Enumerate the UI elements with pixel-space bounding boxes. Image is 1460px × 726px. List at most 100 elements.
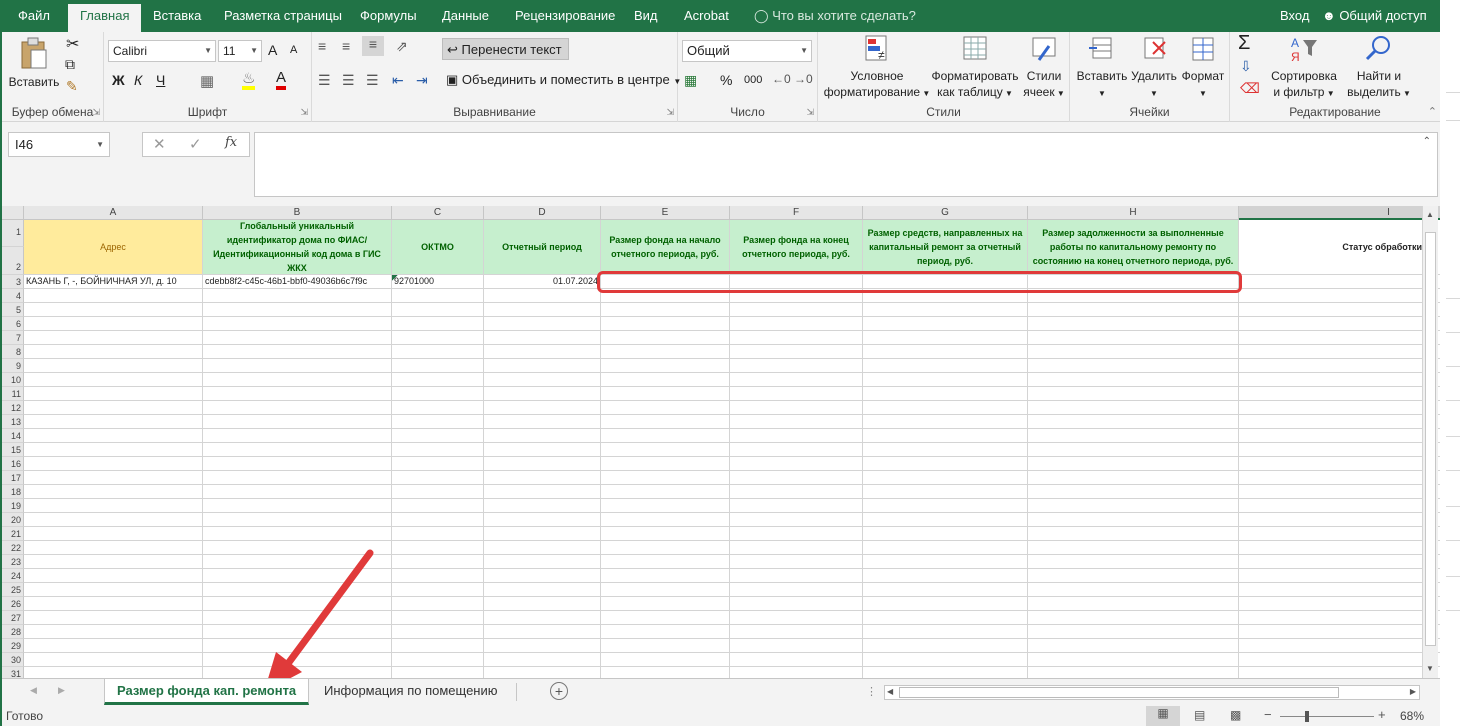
increase-indent-icon[interactable]: ⇥	[416, 72, 428, 89]
grid-cell[interactable]	[730, 331, 863, 345]
grid-cell[interactable]	[863, 555, 1028, 569]
grid-cell[interactable]	[730, 387, 863, 401]
row-header[interactable]: 14	[2, 429, 24, 443]
grid-cell[interactable]	[24, 317, 203, 331]
sort-filter-button[interactable]: АЯ Сортировка и фильтр ▼	[1268, 34, 1340, 102]
page-break-view-icon[interactable]: ▩	[1230, 708, 1241, 722]
tab-formulas[interactable]: Формулы	[352, 0, 425, 32]
row-header[interactable]: 22	[2, 541, 24, 555]
grid-cell[interactable]	[601, 443, 730, 457]
grid-cell[interactable]	[392, 667, 484, 678]
grid-cell[interactable]	[1239, 639, 1440, 653]
grid-cell[interactable]	[730, 583, 863, 597]
grid-cell[interactable]	[1028, 597, 1239, 611]
underline-button[interactable]: Ч	[156, 72, 165, 88]
grid-cell[interactable]	[1028, 303, 1239, 317]
grid-cell[interactable]	[484, 387, 601, 401]
font-name-combo[interactable]: Calibri ▼	[108, 40, 216, 62]
grid-cell[interactable]	[863, 359, 1028, 373]
grid-cell[interactable]	[24, 471, 203, 485]
grid-cell[interactable]	[203, 359, 392, 373]
grid-cell[interactable]	[392, 611, 484, 625]
bold-button[interactable]: Ж	[112, 72, 125, 88]
grid-cell[interactable]	[392, 415, 484, 429]
decrease-indent-icon[interactable]: ⇤	[392, 72, 404, 89]
grid-cell[interactable]	[1028, 443, 1239, 457]
header-cell-fund-end[interactable]: Размер фонда на конец отчетного периода,…	[730, 220, 863, 275]
grid-cell[interactable]	[1239, 541, 1440, 555]
grid-cell[interactable]	[203, 611, 392, 625]
grid-cell[interactable]	[1239, 583, 1440, 597]
grid-cell[interactable]	[863, 443, 1028, 457]
header-cell-oktmo[interactable]: ОКТМО	[392, 220, 484, 275]
next-sheet-icon[interactable]: ▶	[58, 685, 65, 696]
grid-cell[interactable]	[24, 485, 203, 499]
grid-cell[interactable]	[730, 653, 863, 667]
grid-cell[interactable]	[1028, 401, 1239, 415]
row-header[interactable]: 6	[2, 317, 24, 331]
merge-center-button[interactable]: ▣ Объединить и поместить в центре ▼	[446, 72, 681, 88]
grid-cell[interactable]	[24, 429, 203, 443]
grid-cell[interactable]	[484, 653, 601, 667]
format-painter-icon[interactable]: ✎	[66, 78, 78, 95]
grid-cell[interactable]	[392, 499, 484, 513]
grid-cell[interactable]	[1239, 443, 1440, 457]
grid-cell[interactable]	[730, 597, 863, 611]
row-header[interactable]: 4	[2, 289, 24, 303]
page-layout-view-icon[interactable]: ▤	[1194, 708, 1205, 722]
grid-cell[interactable]	[601, 653, 730, 667]
row-header[interactable]: 26	[2, 597, 24, 611]
grid-cell[interactable]	[730, 443, 863, 457]
column-header-i[interactable]: I	[1239, 206, 1440, 220]
header-cell-funds-spent[interactable]: Размер средств, направленных на капиталь…	[863, 220, 1028, 275]
grid-cell[interactable]	[24, 331, 203, 345]
row-header[interactable]: 5	[2, 303, 24, 317]
row-header[interactable]: 10	[2, 373, 24, 387]
name-box[interactable]: I46 ▼	[8, 132, 110, 157]
column-header-e[interactable]: E	[601, 206, 730, 220]
tab-view[interactable]: Вид	[626, 0, 666, 32]
grid-cell[interactable]	[863, 597, 1028, 611]
formula-input[interactable]: ⌃	[254, 132, 1438, 197]
grid-cell[interactable]	[484, 625, 601, 639]
grid-cell[interactable]	[1239, 415, 1440, 429]
grid-cell[interactable]	[203, 331, 392, 345]
grid-cell[interactable]	[601, 597, 730, 611]
grid-cell[interactable]	[1239, 275, 1440, 289]
row-header[interactable]: 21	[2, 527, 24, 541]
grid-cell[interactable]	[863, 513, 1028, 527]
grid-cell[interactable]	[1028, 639, 1239, 653]
row-header[interactable]: 9	[2, 359, 24, 373]
row-header[interactable]: 30	[2, 653, 24, 667]
grid-cell[interactable]	[601, 415, 730, 429]
shrink-font-button[interactable]: A	[290, 44, 297, 56]
grid-cell[interactable]	[730, 611, 863, 625]
align-center-icon[interactable]: ☰	[342, 72, 355, 89]
cell-b3[interactable]: cdebb8f2-c45c-46b1-bbf0-49036b6c7f9c	[203, 275, 392, 289]
column-header-h[interactable]: H	[1028, 206, 1239, 220]
cell-styles-button[interactable]: Стили ячеек ▼	[1020, 34, 1068, 102]
conditional-formatting-button[interactable]: ≠ Условное форматирование ▼	[822, 34, 932, 102]
grid-cell[interactable]	[484, 527, 601, 541]
column-header-c[interactable]: C	[392, 206, 484, 220]
grid-cell[interactable]	[392, 317, 484, 331]
share-button[interactable]: ☻ Общий доступ	[1322, 0, 1427, 32]
grid-cell[interactable]	[484, 541, 601, 555]
row-header[interactable]: 12	[2, 401, 24, 415]
fill-icon[interactable]: ⇩	[1240, 58, 1252, 75]
grid-cell[interactable]	[484, 401, 601, 415]
grid-cell[interactable]	[601, 317, 730, 331]
grid-cell[interactable]	[863, 331, 1028, 345]
prev-sheet-icon[interactable]: ◀	[30, 685, 37, 696]
hscroll-thumb[interactable]	[899, 687, 1339, 698]
grid-cell[interactable]	[484, 597, 601, 611]
tell-me-box[interactable]: ◯ Что вы хотите сделать?	[754, 0, 916, 32]
grid-cell[interactable]	[484, 345, 601, 359]
grid-cell[interactable]	[601, 359, 730, 373]
grid-cell[interactable]	[863, 401, 1028, 415]
grid-cell[interactable]	[1239, 429, 1440, 443]
grid-cell[interactable]	[1239, 569, 1440, 583]
row-header[interactable]: 19	[2, 499, 24, 513]
grid-cell[interactable]	[203, 387, 392, 401]
grid-cell[interactable]	[203, 541, 392, 555]
